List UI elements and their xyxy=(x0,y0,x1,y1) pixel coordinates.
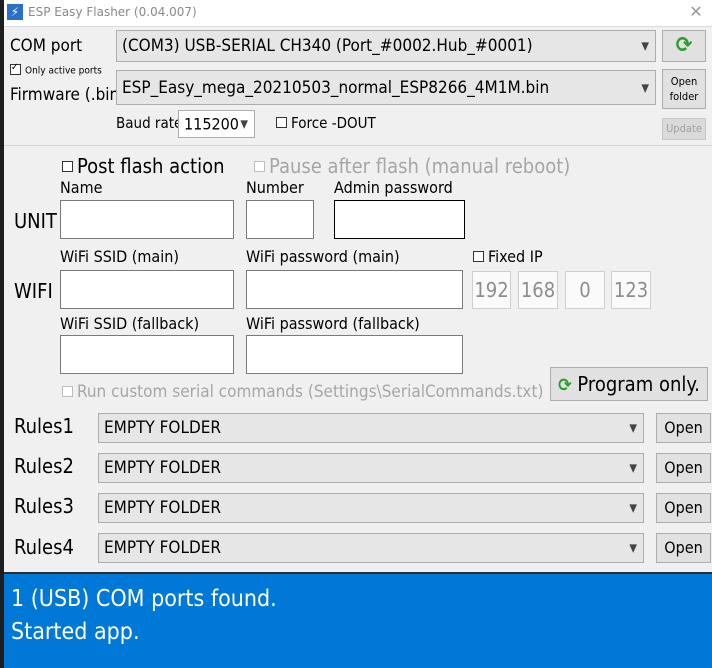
rules1-select[interactable]: EMPTY FOLDER ▼ xyxy=(98,413,644,443)
rules4-label: Rules4 xyxy=(14,535,74,559)
wifi-password-main-input[interactable] xyxy=(246,270,463,309)
admin-password-label: Admin password xyxy=(334,178,453,197)
chevron-down-icon: ▼ xyxy=(629,421,637,435)
refresh-icon: ⟳ xyxy=(675,33,693,58)
com-port-select[interactable]: (COM3) USB-SERIAL CH340 (Port_#0002.Hub_… xyxy=(116,30,656,62)
only-active-ports-label: Only active ports xyxy=(25,65,102,77)
force-dout-option[interactable]: Force -DOUT xyxy=(276,114,376,132)
wifi-password-main-label: WiFi password (main) xyxy=(246,247,400,266)
firmware-label: Firmware (.bin) xyxy=(10,85,126,105)
chevron-down-icon: ▼ xyxy=(629,541,637,555)
background-window-edge xyxy=(0,0,4,668)
firmware-select[interactable]: ESP_Easy_mega_20210503_normal_ESP8266_4M… xyxy=(116,70,656,105)
post-flash-label: Post flash action xyxy=(77,154,225,178)
chevron-down-icon: ▼ xyxy=(629,501,637,515)
log-panel[interactable]: 1 (USB) COM ports found. Started app. xyxy=(4,572,712,668)
firmware-value: ESP_Easy_mega_20210503_normal_ESP8266_4M… xyxy=(122,77,550,98)
custom-serial-label: Run custom serial commands (Settings\Ser… xyxy=(77,382,544,402)
program-button[interactable]: ⟳ Program only. xyxy=(550,367,708,401)
fixed-ip-option[interactable]: Fixed IP xyxy=(473,247,543,266)
chevron-down-icon: ▼ xyxy=(641,81,649,94)
baud-rate-value: 115200 xyxy=(184,114,239,134)
log-line: Started app. xyxy=(11,619,140,645)
post-flash-option[interactable]: Post flash action xyxy=(62,154,225,178)
unit-number-input[interactable] xyxy=(246,200,314,239)
fixed-ip-octet-2[interactable]: 168 xyxy=(518,271,558,309)
log-line: 1 (USB) COM ports found. xyxy=(11,586,277,612)
open-folder-button[interactable]: Open folder xyxy=(662,69,706,109)
com-port-value: (COM3) USB-SERIAL CH340 (Port_#0002.Hub_… xyxy=(122,36,533,56)
fixed-ip-label: Fixed IP xyxy=(488,247,543,266)
chevron-down-icon: ▼ xyxy=(240,117,248,131)
pause-after-flash-label: Pause after flash (manual reboot) xyxy=(269,154,571,178)
title-bar: ⚡ ESP Easy Flasher (0.04.007) ✕ xyxy=(4,0,712,27)
refresh-com-button[interactable]: ⟳ xyxy=(662,30,706,62)
divider xyxy=(4,145,712,146)
program-button-label: Program only. xyxy=(577,372,700,396)
rules3-label: Rules3 xyxy=(14,494,74,518)
wifi-section-label: WIFI xyxy=(14,279,53,303)
com-port-label: COM port xyxy=(10,36,83,56)
unit-section-label: UNIT xyxy=(14,209,57,233)
wifi-ssid-main-input[interactable] xyxy=(60,270,234,309)
admin-password-input[interactable] xyxy=(334,200,465,239)
rules3-value: EMPTY FOLDER xyxy=(104,498,222,518)
pause-after-flash-checkbox[interactable] xyxy=(254,161,265,172)
force-dout-checkbox[interactable] xyxy=(276,117,287,128)
wifi-ssid-main-label: WiFi SSID (main) xyxy=(60,247,179,266)
close-icon[interactable]: ✕ xyxy=(684,2,708,22)
force-dout-label: Force -DOUT xyxy=(291,114,376,132)
unit-name-label: Name xyxy=(60,178,103,197)
open-folder-label-line2: folder xyxy=(669,90,699,103)
rules1-value: EMPTY FOLDER xyxy=(104,418,222,438)
rules2-label: Rules2 xyxy=(14,454,74,478)
rules2-select[interactable]: EMPTY FOLDER ▼ xyxy=(98,453,644,483)
wifi-password-fallback-input[interactable] xyxy=(246,335,463,374)
wifi-password-fallback-label: WiFi password (fallback) xyxy=(246,314,420,333)
unit-number-label: Number xyxy=(246,178,304,197)
chevron-down-icon: ▼ xyxy=(629,461,637,475)
baud-rate-label: Baud rate xyxy=(116,114,183,132)
only-active-ports-checkbox[interactable] xyxy=(10,62,21,75)
rules4-value: EMPTY FOLDER xyxy=(104,538,222,558)
fixed-ip-octet-4[interactable]: 123 xyxy=(611,271,651,309)
rules3-select[interactable]: EMPTY FOLDER ▼ xyxy=(98,493,644,523)
rules4-open-button[interactable]: Open xyxy=(656,533,711,563)
rules1-label: Rules1 xyxy=(14,414,74,438)
rules4-select[interactable]: EMPTY FOLDER ▼ xyxy=(98,533,644,563)
wifi-ssid-fallback-label: WiFi SSID (fallback) xyxy=(60,314,200,333)
baud-rate-select[interactable]: 115200 ▼ xyxy=(178,110,255,138)
wifi-ssid-fallback-input[interactable] xyxy=(60,335,234,374)
fixed-ip-checkbox[interactable] xyxy=(473,251,484,262)
refresh-icon: ⟳ xyxy=(558,375,572,396)
custom-serial-option[interactable]: Run custom serial commands (Settings\Ser… xyxy=(62,382,543,402)
unit-name-input[interactable] xyxy=(60,200,234,239)
fixed-ip-octet-1[interactable]: 192 xyxy=(472,271,511,309)
rules2-value: EMPTY FOLDER xyxy=(104,458,222,478)
update-button[interactable]: Update xyxy=(662,118,706,140)
rules3-open-button[interactable]: Open xyxy=(656,493,711,523)
fixed-ip-octet-3[interactable]: 0 xyxy=(565,271,605,309)
open-folder-label-line1: Open xyxy=(670,75,698,88)
pause-after-flash-option[interactable]: Pause after flash (manual reboot) xyxy=(254,154,570,178)
chevron-down-icon: ▼ xyxy=(641,39,649,53)
rules1-open-button[interactable]: Open xyxy=(656,413,711,443)
window-title: ESP Easy Flasher (0.04.007) xyxy=(28,5,197,19)
post-flash-checkbox[interactable] xyxy=(62,161,73,172)
only-active-ports-option[interactable]: Only active ports xyxy=(10,62,102,77)
rules2-open-button[interactable]: Open xyxy=(656,453,711,483)
app-icon: ⚡ xyxy=(7,4,23,20)
custom-serial-checkbox[interactable] xyxy=(62,385,73,397)
